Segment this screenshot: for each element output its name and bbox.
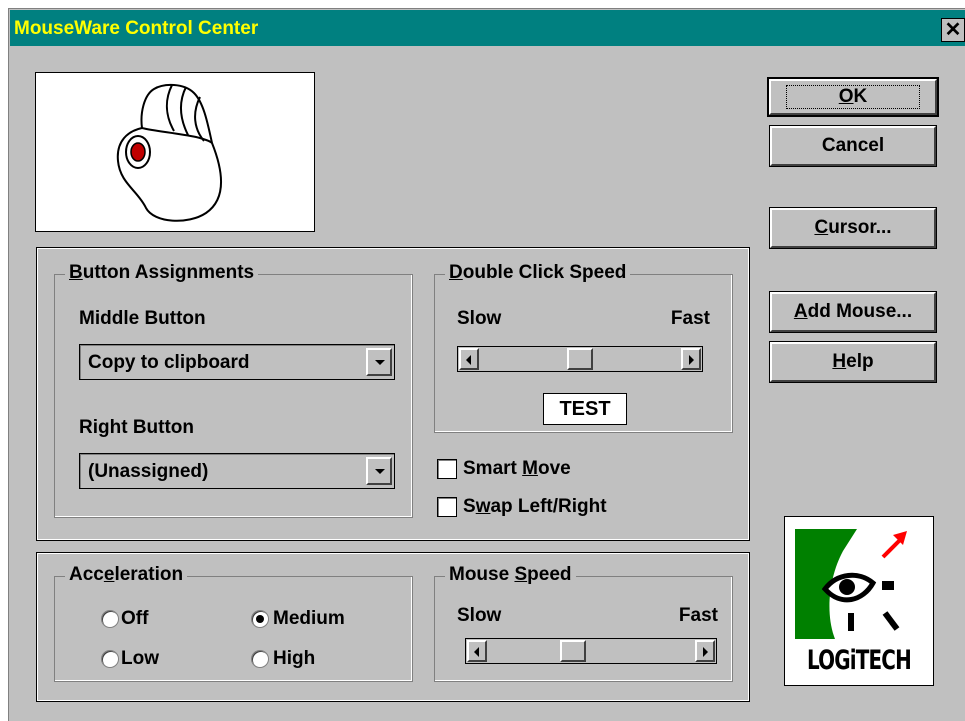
acceleration-low-label[interactable]: Low xyxy=(121,648,159,670)
logitech-logo: LOGiTECH xyxy=(784,516,934,686)
mouse-speed-fast-label: Fast xyxy=(678,605,718,626)
acceleration-medium-radio[interactable] xyxy=(251,610,269,628)
mouse-speed-group: Mouse Speed Slow Fast xyxy=(434,564,733,682)
help-button[interactable]: Help xyxy=(769,341,937,383)
right-button-dropdown[interactable]: (Unassigned) xyxy=(79,453,395,489)
test-button[interactable]: TEST xyxy=(543,393,627,425)
right-button-value: (Unassigned) xyxy=(88,461,209,482)
close-icon: ✕ xyxy=(944,19,962,41)
acceleration-medium-label[interactable]: Medium xyxy=(273,608,345,630)
acceleration-high-label[interactable]: High xyxy=(273,648,315,670)
swap-left-right-checkbox[interactable] xyxy=(437,497,457,517)
acceleration-legend: Acceleration xyxy=(65,564,188,586)
right-button-label: Right Button xyxy=(79,417,195,438)
scroll-right-icon[interactable] xyxy=(681,348,701,370)
button-assignments-group: Button Assignments Middle Button Copy to… xyxy=(54,262,413,518)
mouse-preview-image xyxy=(35,72,315,232)
close-button[interactable]: ✕ xyxy=(941,18,965,42)
smart-move-label[interactable]: Smart Move xyxy=(463,458,571,480)
acceleration-high-radio[interactable] xyxy=(251,650,269,668)
smart-move-checkbox[interactable] xyxy=(437,459,457,479)
double-click-speed-slider[interactable] xyxy=(457,346,703,372)
button-assignments-legend: Button Assignments xyxy=(65,262,259,284)
chevron-down-icon[interactable] xyxy=(366,457,392,485)
middle-button-label: Middle Button xyxy=(79,308,206,329)
add-mouse-button[interactable]: Add Mouse... xyxy=(769,291,937,333)
acceleration-off-radio[interactable] xyxy=(101,610,119,628)
window-title: MouseWare Control Center xyxy=(14,18,259,39)
chevron-down-icon[interactable] xyxy=(366,348,392,376)
acceleration-off-label[interactable]: Off xyxy=(121,608,148,630)
double-click-slow-label: Slow xyxy=(457,308,502,329)
mouse-speed-slow-label: Slow xyxy=(457,605,502,626)
acceleration-low-radio[interactable] xyxy=(101,650,119,668)
mouseware-dialog: MouseWare Control Center ✕ OK Cancel Cur… xyxy=(8,8,965,721)
scroll-left-icon[interactable] xyxy=(459,348,479,370)
ok-button[interactable]: OK xyxy=(767,77,939,117)
logitech-wordmark: LOGiTECH xyxy=(807,645,912,676)
scroll-right-icon[interactable] xyxy=(695,640,715,662)
slider-thumb[interactable] xyxy=(567,348,593,370)
mouse-speed-legend: Mouse Speed xyxy=(445,564,576,586)
double-click-speed-group: Double Click Speed Slow Fast TEST xyxy=(434,262,733,433)
trackball-mouse-icon xyxy=(116,83,222,222)
middle-button-value: Copy to clipboard xyxy=(88,352,250,373)
swap-left-right-label[interactable]: Swap Left/Right xyxy=(463,496,607,518)
slider-thumb[interactable] xyxy=(559,640,586,662)
scroll-left-icon[interactable] xyxy=(467,640,487,662)
mouse-speed-slider[interactable] xyxy=(465,638,717,664)
double-click-fast-label: Fast xyxy=(670,308,710,329)
cursor-button[interactable]: Cursor... xyxy=(769,207,937,249)
title-bar[interactable]: MouseWare Control Center ✕ xyxy=(10,10,965,46)
cancel-button[interactable]: Cancel xyxy=(769,125,937,167)
acceleration-group: Acceleration Off Low Medium High xyxy=(54,564,413,682)
middle-button-dropdown[interactable]: Copy to clipboard xyxy=(79,344,395,380)
double-click-speed-legend: Double Click Speed xyxy=(445,262,631,284)
